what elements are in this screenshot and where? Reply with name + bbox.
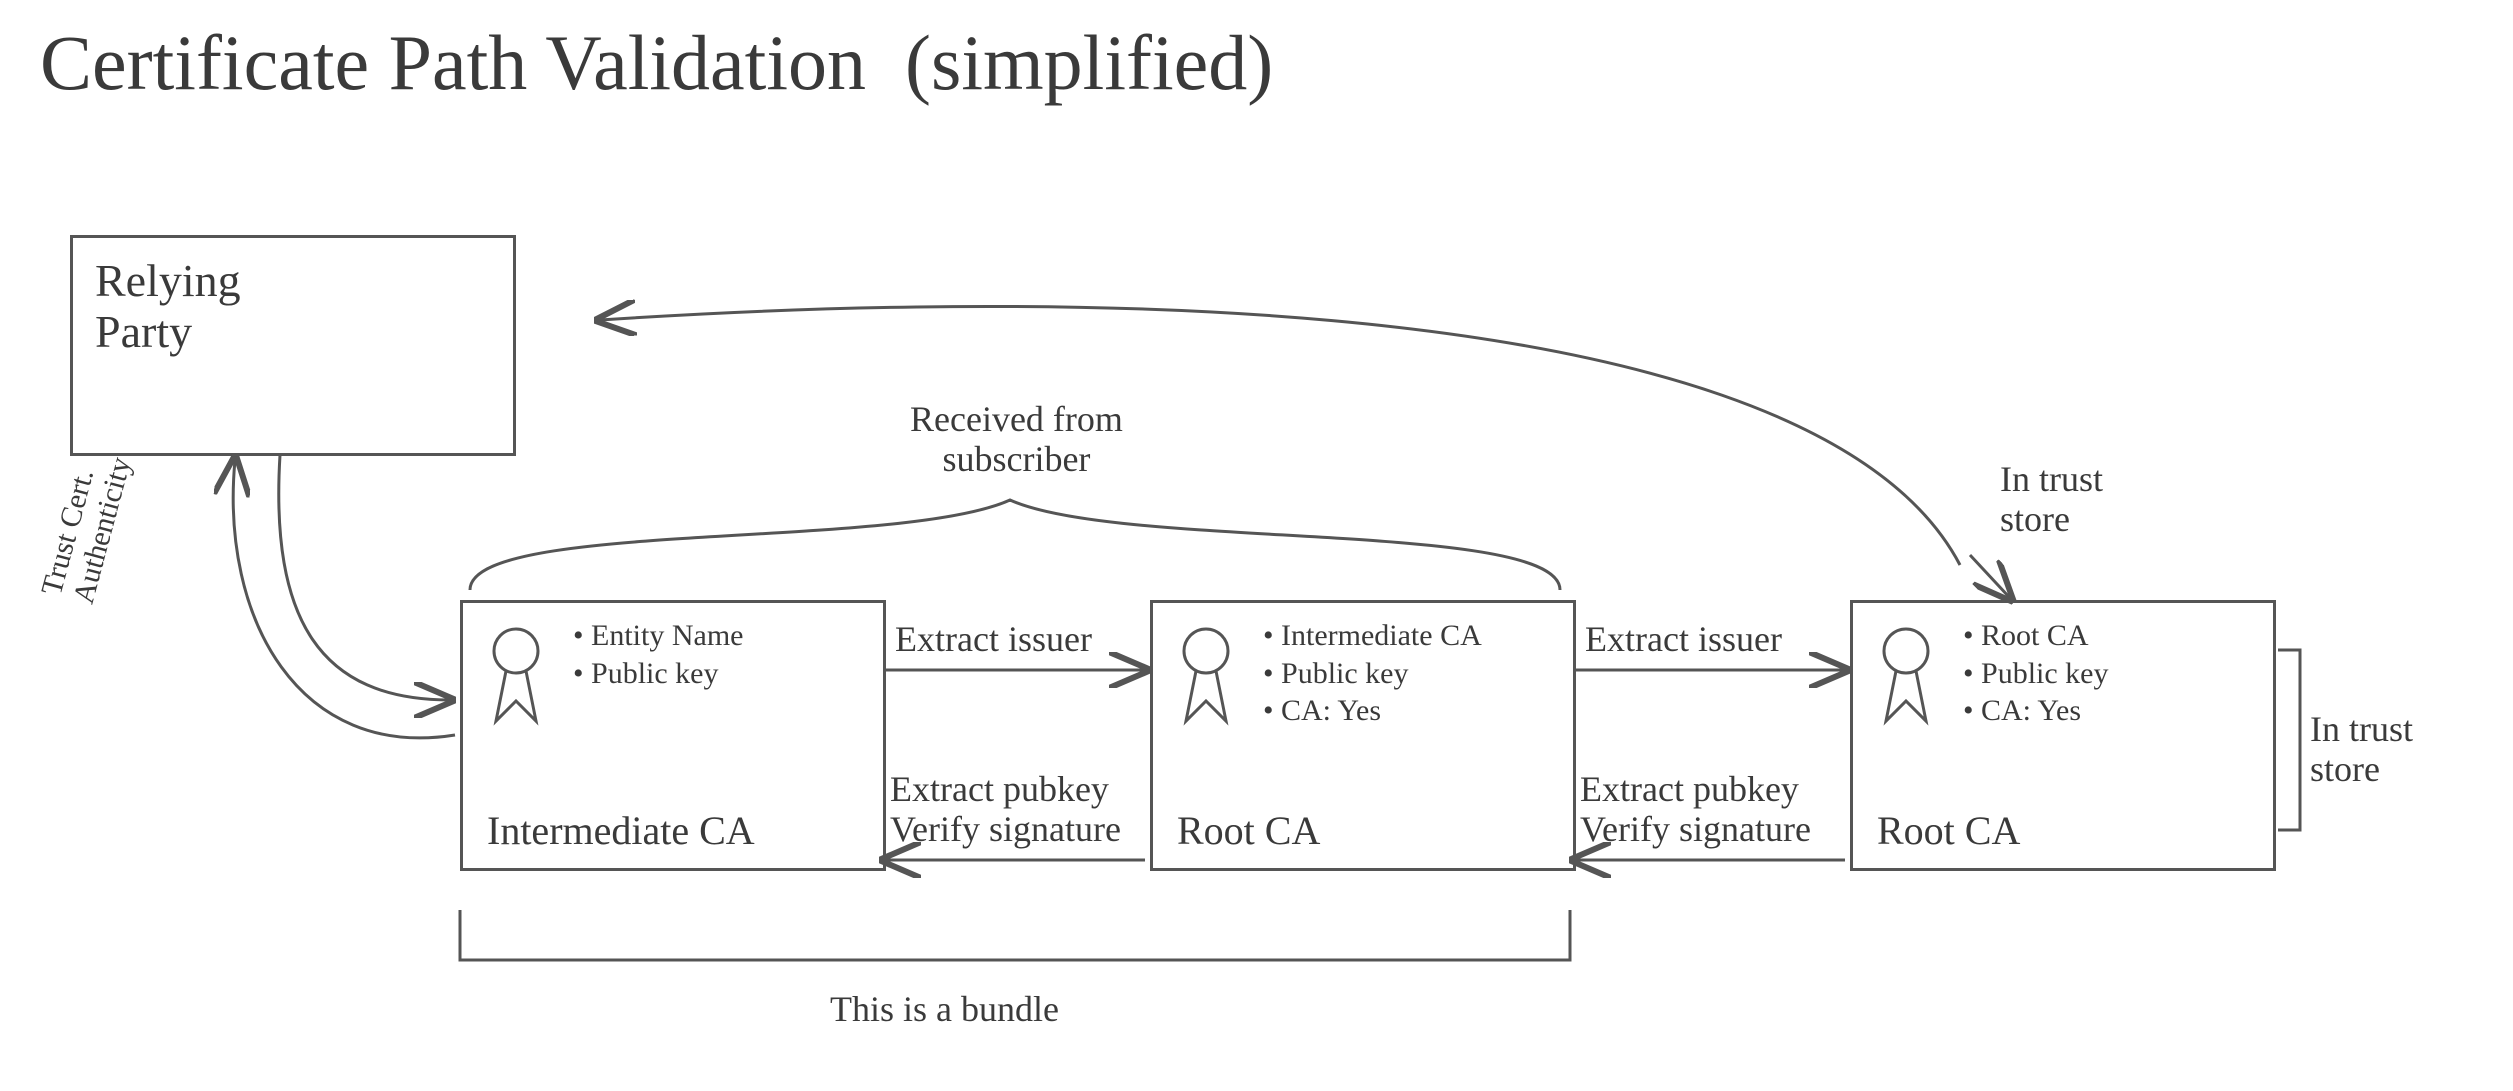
relying-party-label: Relying Party <box>95 256 241 357</box>
bracket-bundle <box>460 910 1570 960</box>
bundle-label: This is a bundle <box>830 990 1059 1030</box>
diagram-title: Certificate Path Validation (simplified) <box>40 20 1273 106</box>
cert-issuer: Intermediate CA <box>487 807 755 854</box>
bracket-trust-store-right <box>2278 650 2300 830</box>
certificate-icon <box>1871 621 1941 731</box>
hook-trust-store-top <box>1970 555 2010 598</box>
arrow-label-verify-sig-1: Verify signature <box>890 810 1121 850</box>
arrow-rp-to-cert1 <box>279 455 450 700</box>
cert-issuer: Root CA <box>1877 807 2020 854</box>
received-label: Received from subscriber <box>910 400 1123 479</box>
arrow-trust-store-to-rp <box>600 306 1960 565</box>
cert-issuer: Root CA <box>1177 807 1320 854</box>
in-trust-store-top-label: In trust store <box>2000 460 2103 539</box>
cert-fields: • Entity Name • Public key <box>573 617 743 692</box>
trust-authenticity-label: Trust Cert. Authenticity <box>35 445 138 607</box>
arrows-overlay <box>0 0 2513 1091</box>
in-trust-store-right-label: In trust store <box>2310 710 2413 789</box>
brace-received <box>470 500 1560 590</box>
diagram-canvas: Certificate Path Validation (simplified)… <box>0 0 2513 1091</box>
cert-entity: • Entity Name • Public key Intermediate … <box>460 600 886 871</box>
arrow-label-extract-issuer-1: Extract issuer <box>895 620 1092 660</box>
relying-party-box: Relying Party <box>70 235 516 456</box>
arrow-label-extract-issuer-2: Extract issuer <box>1585 620 1782 660</box>
cert-intermediate: • Intermediate CA • Public key • CA: Yes… <box>1150 600 1576 871</box>
certificate-icon <box>481 621 551 731</box>
cert-root: • Root CA • Public key • CA: Yes Root CA <box>1850 600 2276 871</box>
arrow-cert1-to-rp <box>233 460 455 738</box>
cert-fields: • Root CA • Public key • CA: Yes <box>1963 617 2109 730</box>
arrow-label-extract-pubkey-1: Extract pubkey <box>890 770 1109 810</box>
cert-fields: • Intermediate CA • Public key • CA: Yes <box>1263 617 1482 730</box>
arrow-label-verify-sig-2: Verify signature <box>1580 810 1811 850</box>
arrow-label-extract-pubkey-2: Extract pubkey <box>1580 770 1799 810</box>
certificate-icon <box>1171 621 1241 731</box>
